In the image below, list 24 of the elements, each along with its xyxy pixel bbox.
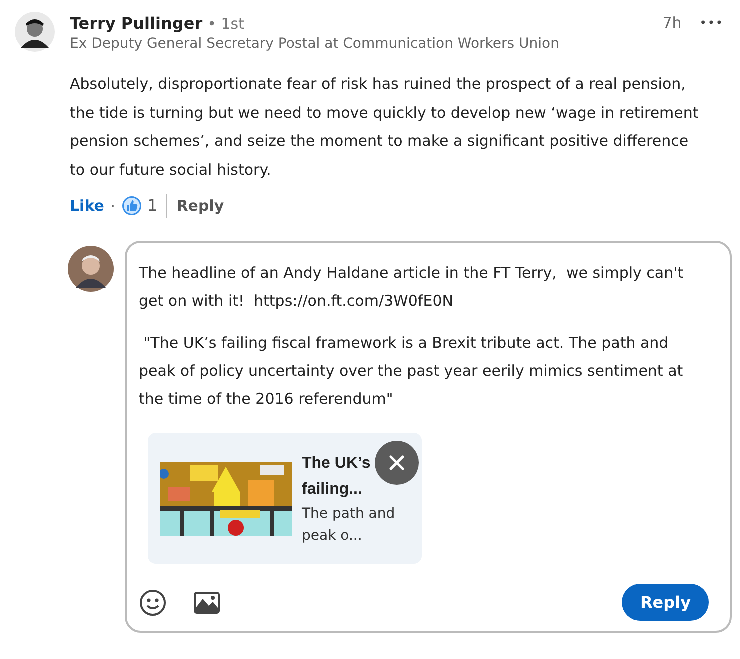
connection-degree: • 1st xyxy=(208,15,244,33)
image-icon[interactable] xyxy=(193,590,221,614)
reaction-count: 1 xyxy=(148,194,167,218)
close-icon xyxy=(389,455,405,471)
comment-input[interactable] xyxy=(125,241,732,633)
preview-description: The path and peak o... xyxy=(302,504,396,546)
avatar[interactable] xyxy=(15,12,55,52)
separator: · xyxy=(110,196,116,216)
reply-button[interactable]: Reply xyxy=(622,584,709,621)
author-name[interactable]: Terry Pullinger xyxy=(70,14,203,33)
avatar xyxy=(68,246,114,292)
preview-title: The UK’s failing... xyxy=(302,454,372,500)
reply-button[interactable]: Reply xyxy=(172,197,224,215)
thumbs-up-icon xyxy=(122,196,142,216)
author-headline: Ex Deputy General Secretary Postal at Communication Workers Union xyxy=(70,36,560,52)
comment-text: Absolutely, disproportionate fear of risk has ruined the prospect of a real pension, the tide is turning but we need to move quickly to develop new ‘wage in retirement pension schemes’, and seize the moment to make a significant positive difference to our future social history. xyxy=(70,74,700,180)
timestamp: 7h xyxy=(662,14,682,32)
link-preview-card[interactable]: The UK’s failing... The path and peak o... xyxy=(148,433,422,564)
smiley-icon[interactable] xyxy=(139,588,167,616)
comment-draft-text[interactable]: "The UK’s failing fiscal framework is a Brexit tribute act. The path and peak of policy uncertainty over the past year eerily mimics sentiment at the time of the 2016 referendum" xyxy=(139,329,699,413)
like-button[interactable]: Like xyxy=(70,197,104,215)
comment-draft-text[interactable]: The headline of an Andy Haldane article in the FT Terry, we simply can't get on with it! https://on.ft.com/3W0fE0N xyxy=(139,259,699,315)
more-button[interactable]: ••• xyxy=(700,16,732,30)
close-button[interactable] xyxy=(375,441,419,485)
